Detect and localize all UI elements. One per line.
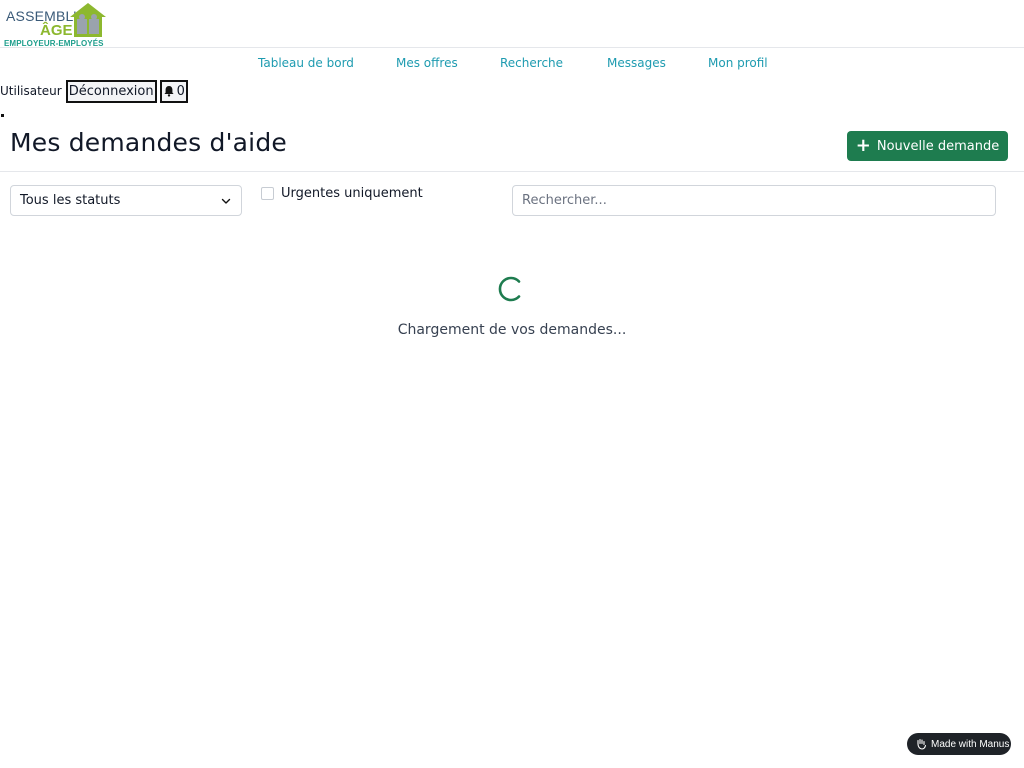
new-request-button[interactable]: + Nouvelle demande	[847, 131, 1008, 161]
urgent-checkbox-label: Urgentes uniquement	[281, 186, 423, 201]
urgent-checkbox[interactable]	[261, 187, 274, 200]
logo-text-bottom: EMPLOYEUR-EMPLOYÉS	[4, 39, 104, 48]
nav-item-search[interactable]: Recherche	[500, 56, 563, 70]
notifications-button[interactable]: 0	[159, 79, 188, 103]
page-header: Mes demandes d'aide + Nouvelle demande	[0, 120, 1024, 172]
nav-item-dashboard[interactable]: Tableau de bord	[258, 56, 354, 70]
user-bar: Utilisateur Déconnexion 0	[0, 79, 191, 103]
logout-button[interactable]: Déconnexion	[65, 79, 157, 103]
divider-mark	[1, 114, 4, 117]
main-nav: Tableau de bord Mes offres Recherche Mes…	[0, 48, 1024, 78]
loading-spinner-icon	[498, 276, 521, 302]
chevron-down-icon	[221, 198, 231, 204]
manus-hand-icon	[917, 738, 927, 750]
search-input[interactable]	[512, 185, 996, 216]
new-request-label: Nouvelle demande	[876, 138, 1000, 154]
made-with-badge[interactable]: Made with Manus	[907, 733, 1011, 755]
nav-item-profile[interactable]: Mon profil	[708, 56, 768, 70]
house-puzzle-icon	[70, 3, 106, 37]
user-name: Utilisateur	[0, 84, 62, 98]
page-title: Mes demandes d'aide	[10, 128, 287, 157]
plus-icon: +	[855, 135, 871, 156]
nav-item-my-offers[interactable]: Mes offres	[396, 56, 458, 70]
nav-item-messages[interactable]: Messages	[607, 56, 666, 70]
made-with-label: Made with Manus	[931, 738, 1010, 750]
status-select-value: Tous les statuts	[20, 193, 121, 208]
logo[interactable]: ASSEMBL' ÂGE EMPLOYEUR-EMPLOYÉS	[2, 1, 110, 48]
status-select[interactable]: Tous les statuts	[10, 185, 242, 216]
loading-text: Chargement de vos demandes...	[397, 322, 627, 338]
notifications-count: 0	[176, 83, 185, 99]
header: ASSEMBL' ÂGE EMPLOYEUR-EMPLOYÉS	[0, 0, 1024, 48]
bell-icon	[163, 86, 174, 97]
urgent-filter[interactable]: Urgentes uniquement	[261, 186, 423, 201]
